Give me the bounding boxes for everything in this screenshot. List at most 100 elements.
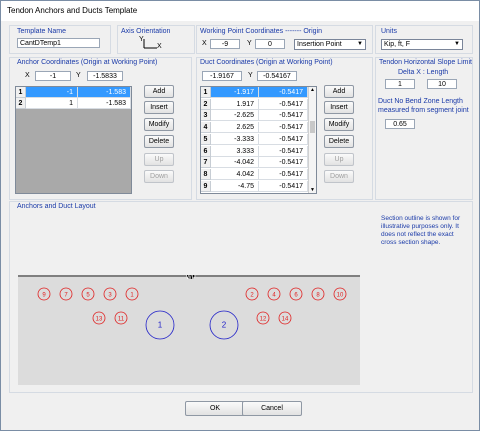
row-indicator: 9: [201, 180, 211, 192]
duct-y-label: Y: [248, 72, 253, 79]
template-name-label: Template Name: [17, 28, 67, 35]
duct-x-input[interactable]: -1.9167: [202, 71, 242, 81]
template-name-input[interactable]: CantDTemp1: [17, 38, 100, 48]
chevron-down-icon: ▼: [357, 41, 363, 47]
table-cell[interactable]: -2.625: [211, 110, 259, 122]
table-cell[interactable]: -0.5417: [259, 122, 308, 134]
table-row[interactable]: 5 -3.333 -0.5417: [201, 133, 308, 145]
wp-x-input[interactable]: -9: [210, 39, 240, 49]
delta-x-input[interactable]: 1: [385, 79, 415, 89]
duct-insert-button[interactable]: Insert: [324, 101, 354, 114]
duct-marker: 11: [114, 311, 128, 325]
svg-text:8: 8: [316, 293, 320, 299]
table-row[interactable]: 6 3.333 -0.5417: [201, 145, 308, 157]
anchor-down-button[interactable]: Down: [144, 170, 174, 183]
anchor-x-input[interactable]: -1: [35, 71, 71, 81]
table-cell[interactable]: -0.5417: [259, 180, 308, 192]
duct-coordinates-label: Duct Coordinates (Origin at Working Poin…: [200, 59, 333, 66]
layout-label: Anchors and Duct Layout: [17, 203, 96, 210]
table-cell[interactable]: -0.5417: [259, 168, 308, 180]
table-cell[interactable]: -1.583: [78, 87, 131, 98]
svg-text:7: 7: [64, 293, 68, 299]
tendon-template-dialog: Tendon Anchors and Ducts Template Templa…: [0, 0, 480, 431]
delta-length-label: Delta X : Length: [398, 69, 449, 76]
table-cell[interactable]: 4.042: [211, 168, 259, 180]
length-input[interactable]: 10: [427, 79, 457, 89]
table-cell[interactable]: -0.5417: [259, 110, 308, 122]
duct-y-input[interactable]: -0.54167: [257, 71, 297, 81]
window-title: Tendon Anchors and Ducts Template: [7, 6, 138, 15]
chevron-down-icon[interactable]: ▼: [310, 187, 315, 193]
row-indicator: 8: [201, 168, 211, 180]
table-cell[interactable]: -1: [26, 87, 78, 98]
table-row[interactable]: 2 1.917 -0.5417: [201, 98, 308, 110]
table-row[interactable]: 8 4.042 -0.5417: [201, 168, 308, 180]
table-row[interactable]: 4 2.625 -0.5417: [201, 122, 308, 134]
svg-text:11: 11: [118, 317, 125, 323]
svg-text:14: 14: [282, 317, 289, 323]
table-cell[interactable]: 3.333: [211, 145, 259, 157]
duct-marker: 7: [59, 287, 73, 301]
table-row[interactable]: 2 1 -1.583: [16, 98, 131, 109]
duct-marker: 8: [311, 287, 325, 301]
svg-text:9: 9: [42, 293, 46, 299]
svg-text:1: 1: [158, 321, 163, 330]
table-cell[interactable]: 1: [26, 98, 78, 109]
table-cell[interactable]: -0.5417: [259, 98, 308, 110]
duct-marker: 4: [267, 287, 281, 301]
duct-marker: 14: [278, 311, 292, 325]
anchor-modify-button[interactable]: Modify: [144, 118, 174, 131]
duct-marker: 10: [333, 287, 347, 301]
table-row[interactable]: 1 -1.917 -0.5417: [201, 87, 308, 98]
origin-value: Insertion Point: [297, 41, 342, 48]
duct-add-button[interactable]: Add: [324, 85, 354, 98]
duct-table[interactable]: 1 -1.917 -0.5417 2 1.917 -0.5417 3 -2.625 -0.541…: [200, 86, 317, 194]
duct-marker: 6: [289, 287, 303, 301]
table-cell[interactable]: -0.5417: [259, 87, 308, 98]
duct-up-button[interactable]: Up: [324, 153, 354, 166]
svg-text:4: 4: [272, 293, 276, 299]
wp-y-input[interactable]: 0: [255, 39, 285, 49]
ok-button[interactable]: OK: [185, 401, 245, 416]
svg-text:2: 2: [250, 293, 254, 299]
table-cell[interactable]: -0.5417: [259, 145, 308, 157]
table-row[interactable]: 7 -4.042 -0.5417: [201, 157, 308, 169]
table-cell[interactable]: -1.917: [211, 87, 259, 98]
table-cell[interactable]: 1.917: [211, 98, 259, 110]
table-row[interactable]: 1 -1 -1.583: [16, 87, 131, 98]
chevron-down-icon: ▼: [454, 41, 460, 47]
bend-zone-input[interactable]: 0.65: [385, 119, 415, 129]
table-row[interactable]: 9 -4.75 -0.5417: [201, 180, 308, 192]
wp-x-label: X: [202, 40, 207, 47]
row-indicator: 3: [201, 110, 211, 122]
table-cell[interactable]: -4.75: [211, 180, 259, 192]
anchor-table[interactable]: 1 -1 -1.583 2 1 -1.583: [15, 86, 132, 194]
duct-down-button[interactable]: Down: [324, 170, 354, 183]
svg-text:12: 12: [260, 317, 267, 323]
table-cell[interactable]: -3.333: [211, 133, 259, 145]
anchor-delete-button[interactable]: Delete: [144, 135, 174, 148]
anchor-up-button[interactable]: Up: [144, 153, 174, 166]
table-cell[interactable]: -1.583: [78, 98, 131, 109]
row-indicator: 2: [16, 98, 26, 109]
svg-text:3: 3: [108, 293, 112, 299]
cancel-button[interactable]: Cancel: [242, 401, 302, 416]
anchor-insert-button[interactable]: Insert: [144, 101, 174, 114]
duct-table-scrollbar[interactable]: ▲ ▼: [308, 87, 316, 193]
table-cell[interactable]: 2.625: [211, 122, 259, 134]
duct-modify-button[interactable]: Modify: [324, 118, 354, 131]
anchor-add-button[interactable]: Add: [144, 85, 174, 98]
row-indicator: 4: [201, 122, 211, 134]
anchor-y-input[interactable]: -1.5833: [87, 71, 123, 81]
table-cell[interactable]: -4.042: [211, 157, 259, 169]
row-indicator: 1: [201, 87, 211, 98]
wp-y-label: Y: [247, 40, 252, 47]
table-cell[interactable]: -0.5417: [259, 157, 308, 169]
chevron-up-icon[interactable]: ▲: [310, 87, 315, 93]
duct-delete-button[interactable]: Delete: [324, 135, 354, 148]
origin-dropdown[interactable]: Insertion Point ▼: [294, 39, 366, 50]
scroll-thumb[interactable]: [310, 121, 315, 133]
units-dropdown[interactable]: Kip, ft, F ▼: [381, 39, 463, 50]
table-row[interactable]: 3 -2.625 -0.5417: [201, 110, 308, 122]
table-cell[interactable]: -0.5417: [259, 133, 308, 145]
